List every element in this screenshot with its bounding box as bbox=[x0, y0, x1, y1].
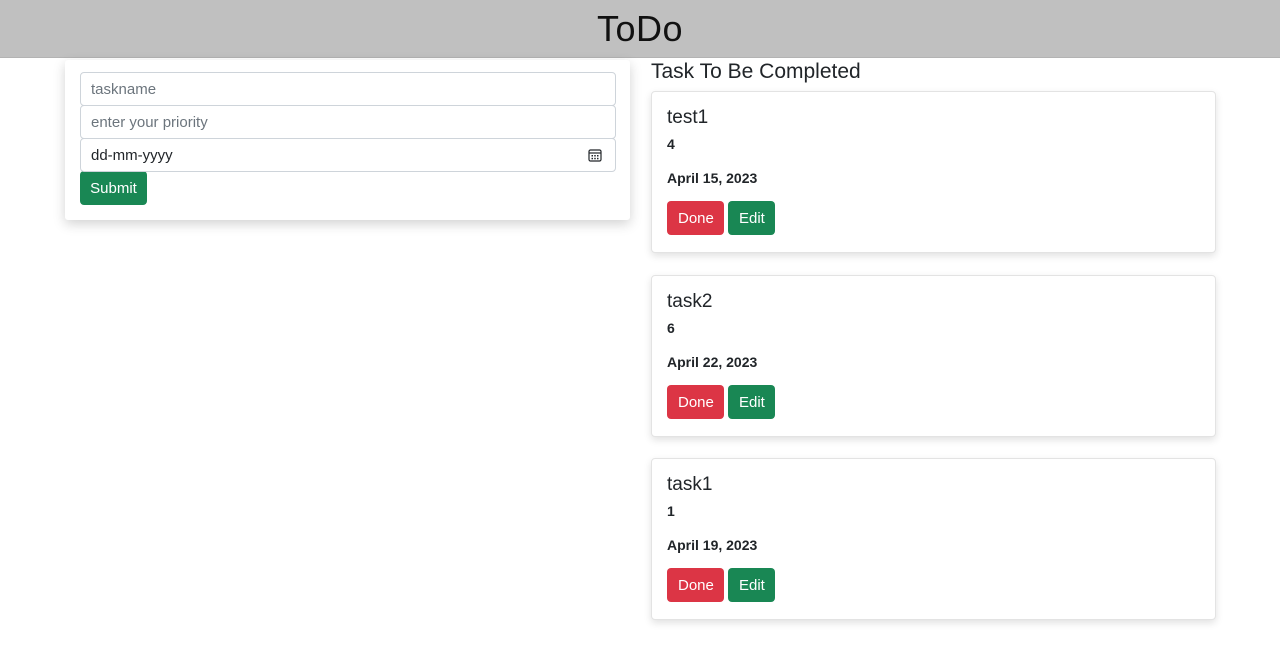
submit-button[interactable]: Submit bbox=[80, 171, 147, 205]
task-priority: 1 bbox=[667, 503, 675, 519]
task-name: test1 bbox=[667, 107, 709, 128]
app-header: ToDo bbox=[0, 0, 1280, 58]
task-actions: Done Edit bbox=[667, 385, 1200, 419]
edit-button[interactable]: Edit bbox=[728, 568, 775, 602]
priority-input[interactable] bbox=[91, 113, 605, 131]
task-date: April 15, 2023 bbox=[667, 170, 758, 186]
task-card: task1 1 April 19, 2023 Done Edit bbox=[651, 458, 1216, 620]
task-priority: 4 bbox=[667, 136, 675, 152]
edit-button[interactable]: Edit bbox=[728, 201, 775, 235]
tasks-heading: Task To Be Completed bbox=[651, 60, 861, 83]
task-actions: Done Edit bbox=[667, 201, 1200, 235]
done-button[interactable]: Done bbox=[667, 568, 724, 602]
date-input[interactable]: dd-mm-yyyy bbox=[91, 147, 173, 164]
app-title: ToDo bbox=[596, 7, 684, 49]
date-field[interactable]: dd-mm-yyyy bbox=[80, 138, 616, 172]
edit-button[interactable]: Edit bbox=[728, 385, 775, 419]
task-date: April 22, 2023 bbox=[667, 354, 758, 370]
task-date: April 19, 2023 bbox=[667, 537, 758, 553]
task-form: dd-mm-yyyy Submit bbox=[65, 60, 630, 220]
done-button[interactable]: Done bbox=[667, 201, 724, 235]
task-priority: 6 bbox=[667, 320, 675, 336]
calendar-icon[interactable] bbox=[588, 148, 602, 162]
taskname-field[interactable] bbox=[80, 72, 616, 106]
task-name: task1 bbox=[667, 474, 713, 495]
done-button[interactable]: Done bbox=[667, 385, 724, 419]
task-card: test1 4 April 15, 2023 Done Edit bbox=[651, 91, 1216, 253]
task-name: task2 bbox=[667, 291, 713, 312]
task-actions: Done Edit bbox=[667, 568, 1200, 602]
taskname-input[interactable] bbox=[91, 80, 605, 98]
task-card: task2 6 April 22, 2023 Done Edit bbox=[651, 275, 1216, 437]
priority-field[interactable] bbox=[80, 105, 616, 139]
